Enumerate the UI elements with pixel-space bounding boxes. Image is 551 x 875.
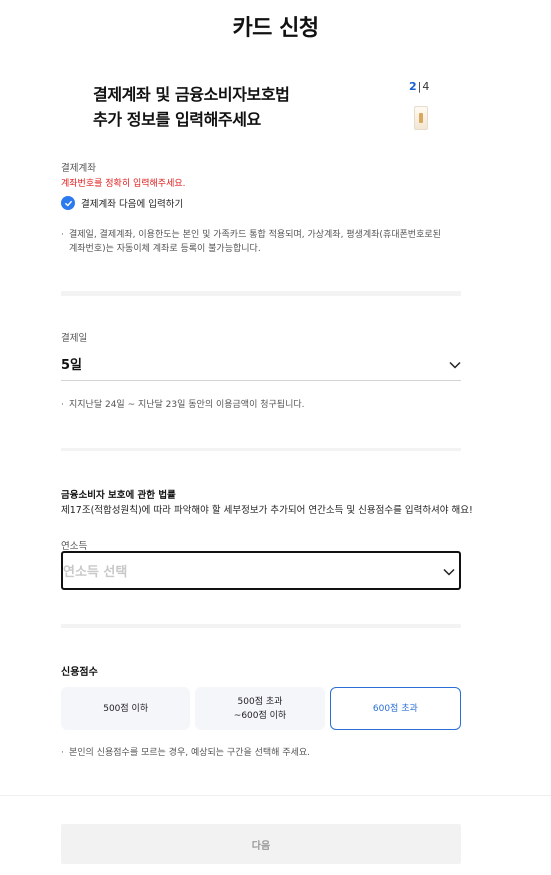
income-placeholder: 연소득 선택 (63, 565, 128, 580)
footer-divider (0, 795, 551, 796)
account-later-label: 결제계좌 다음에 입력하기 (81, 199, 184, 210)
account-label: 결제계좌 (61, 163, 96, 174)
step-separator: | (417, 80, 422, 93)
credit-score-note-text: 본인의 신용점수를 모르는 경우, 예상되는 구간을 선택해 주세요. (69, 748, 311, 758)
intro-line-1: 결제계좌 및 금융소비자보호법 (93, 85, 290, 104)
income-select[interactable]: 연소득 선택 (61, 551, 461, 590)
chevron-down-icon (443, 561, 455, 580)
step-indicator: 2|4 (409, 80, 429, 93)
step-total: 4 (422, 80, 430, 93)
credit-option-label-2: ~600점 이하 (233, 710, 287, 721)
income-label: 연소득 (61, 541, 88, 552)
card-image-icon (414, 106, 428, 130)
credit-option-label: 500점 초과 (237, 696, 283, 707)
checkmark-icon (61, 196, 75, 210)
credit-option-600-above[interactable]: 600점 초과 (329, 687, 461, 730)
intro-heading: 결제계좌 및 금융소비자보호법 추가 정보를 입력해주세요 (93, 82, 290, 132)
payment-day-underline (61, 380, 461, 381)
step-current: 2 (409, 80, 417, 93)
section-divider (61, 291, 461, 296)
intro-line-2: 추가 정보를 입력해주세요 (93, 110, 261, 129)
section-divider (61, 624, 461, 628)
credit-option-500-600[interactable]: 500점 초과 ~600점 이하 (195, 687, 325, 730)
payment-day-select[interactable]: 5일 (61, 354, 461, 373)
account-later-checkbox[interactable]: 결제계좌 다음에 입력하기 (61, 196, 183, 210)
credit-option-label: 500점 이하 (103, 703, 149, 714)
account-note: · 결제일, 결제계좌, 이용한도는 본인 및 가족카드 통합 적용되며, 가상… (61, 228, 461, 256)
payment-day-note-text: 지지난달 24일 ~ 지난달 23일 동안의 이용금액이 청구됩니다. (69, 400, 305, 410)
chevron-down-icon (449, 354, 461, 373)
credit-option-label: 600점 초과 (372, 703, 418, 714)
page-title: 카드 신청 (232, 16, 319, 41)
section-divider (61, 448, 461, 451)
payment-day-value: 5일 (61, 358, 83, 373)
payment-day-label: 결제일 (61, 333, 88, 344)
consumer-law-description: 제17조(적합성원칙)에 따라 파악해야 할 세부정보가 추가되어 연간소득 및… (61, 505, 473, 516)
next-button[interactable]: 다음 (61, 824, 461, 864)
credit-score-note: · 본인의 신용점수를 모르는 경우, 예상되는 구간을 선택해 주세요. (61, 746, 461, 760)
credit-score-options: 500점 이하 500점 초과 ~600점 이하 600점 초과 (61, 687, 461, 730)
account-note-line-2: 계좌번호)는 자동이체 계좌로 등록이 불가능합니다. (69, 244, 261, 254)
credit-option-500-below[interactable]: 500점 이하 (61, 687, 191, 730)
consumer-law-title: 금융소비자 보호에 관한 법률 (61, 490, 176, 501)
payment-day-note: · 지지난달 24일 ~ 지난달 23일 동안의 이용금액이 청구됩니다. (61, 398, 461, 412)
account-note-line-1: 결제일, 결제계좌, 이용한도는 본인 및 가족카드 통합 적용되며, 가상계좌… (69, 230, 441, 240)
credit-score-title: 신용점수 (61, 667, 98, 678)
account-error-message: 계좌번호를 정확히 입력해주세요. (61, 179, 186, 189)
